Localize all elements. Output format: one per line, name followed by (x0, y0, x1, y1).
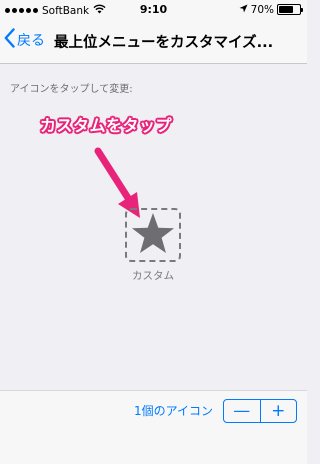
annotation-label: カスタムをタップ (40, 116, 173, 135)
increment-button[interactable]: + (259, 400, 297, 422)
custom-icon-slot[interactable] (125, 208, 181, 262)
decrement-button[interactable]: — (224, 400, 260, 422)
bottom-toolbar: 1個のアイコン — + (0, 390, 307, 464)
icon-count-stepper[interactable]: — + (223, 399, 297, 423)
icon-count-label: 1個のアイコン (133, 404, 213, 418)
custom-icon-label: カスタム (132, 270, 174, 282)
star-icon (131, 212, 175, 258)
